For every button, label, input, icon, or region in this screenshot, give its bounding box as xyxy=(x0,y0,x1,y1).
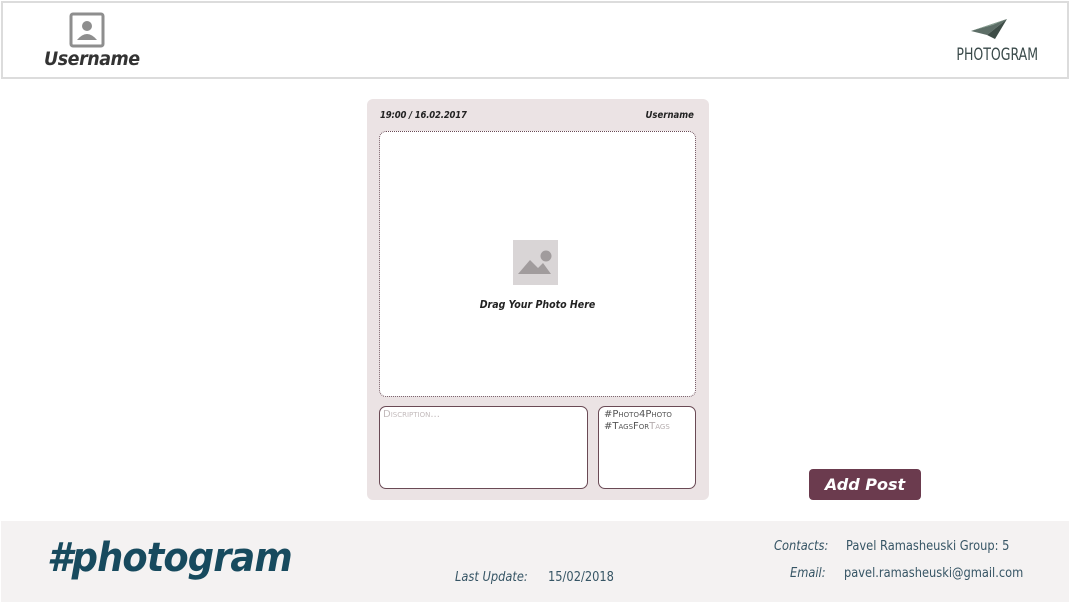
post-datetime: 19:00 / 16.02.2017 xyxy=(380,110,467,121)
email-label: Email: xyxy=(790,566,826,581)
description-placeholder: Discription... xyxy=(383,409,440,420)
contacts-label: Contacts: xyxy=(774,539,829,554)
tag-line-2-prefix: #TagsFor xyxy=(604,421,650,432)
logo-text: PHOTOGRAM xyxy=(956,45,1039,65)
contacts-value: Pavel Ramasheuski Group: 5 xyxy=(846,539,1010,554)
tag-line-2: #TagsForTags xyxy=(604,421,672,433)
user-avatar-icon[interactable] xyxy=(69,12,105,48)
footer-brand: #photogram xyxy=(47,535,293,581)
post-username: Username xyxy=(645,110,694,121)
new-post-card: 19:00 / 16.02.2017 Username Drag Your Ph… xyxy=(367,99,709,500)
header: Username PHOTOGRAM xyxy=(1,1,1069,79)
description-field[interactable]: Discription... xyxy=(379,406,588,489)
app-logo[interactable]: PHOTOGRAM xyxy=(949,17,1039,69)
tags-field[interactable]: #Photo4Photo #TagsForTags xyxy=(598,406,696,489)
footer: #photogram Last Update: 15/02/2018 Conta… xyxy=(1,521,1069,602)
last-update-value: 15/02/2018 xyxy=(548,570,614,585)
dropzone-label: Drag Your Photo Here xyxy=(479,299,596,311)
paper-plane-icon xyxy=(971,19,1007,39)
tag-line-2-suffix: Tags xyxy=(649,421,670,432)
header-username[interactable]: Username xyxy=(44,48,140,70)
tag-line-1: #Photo4Photo xyxy=(604,409,672,420)
page: Username PHOTOGRAM 19:00 / 16.02.2017 Us… xyxy=(0,0,1071,603)
last-update-label: Last Update: xyxy=(455,570,528,585)
photo-dropzone[interactable]: Drag Your Photo Here xyxy=(379,131,696,397)
add-post-button[interactable]: Add Post xyxy=(809,469,921,500)
image-placeholder-icon xyxy=(513,240,558,285)
tags-text: #Photo4Photo #TagsForTags xyxy=(604,409,672,433)
email-link[interactable]: pavel.ramasheuski@gmail.com xyxy=(844,566,1023,581)
